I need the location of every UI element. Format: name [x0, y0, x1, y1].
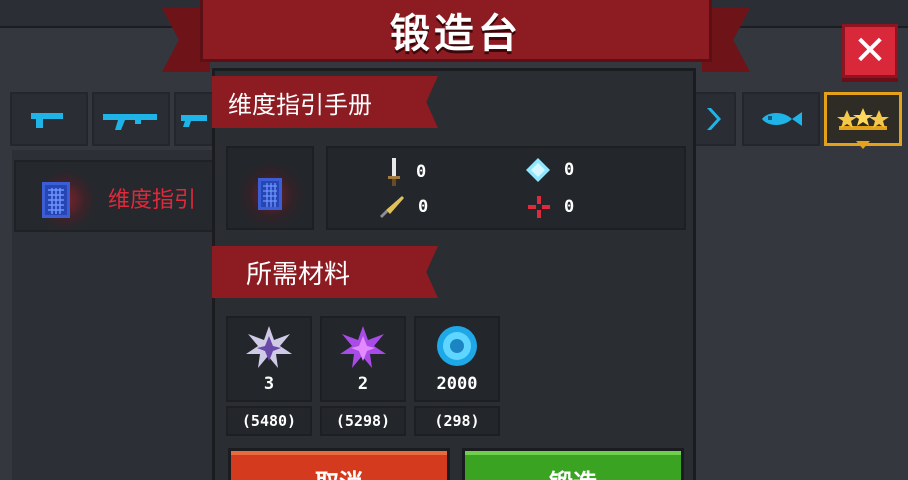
book-icon [42, 182, 70, 218]
bow-icon [707, 108, 721, 130]
material-item[interactable]: 3 (5480) [226, 316, 312, 438]
tab-special[interactable] [824, 92, 902, 146]
list-item-name: 维度指引 [108, 188, 197, 213]
material-item[interactable]: 2 (5298) [320, 316, 406, 438]
tab-fish[interactable] [742, 92, 820, 146]
forge-screen: 维度指引 锻造台 ✕ 维度指引手册 0 0 0 0 所需材料 3 (5480) … [0, 0, 908, 480]
stat-accuracy: 0 [528, 196, 574, 218]
material-owned: (5298) [320, 406, 406, 436]
book-icon [258, 178, 282, 210]
item-title-ribbon: 维度指引手册 [212, 76, 412, 128]
cancel-button[interactable]: 取消 [228, 448, 450, 480]
item-title: 维度指引手册 [228, 90, 372, 119]
material-owned: (298) [414, 406, 500, 436]
tab-bow[interactable] [696, 92, 736, 146]
purple-crystal-shard-icon [340, 326, 386, 368]
tab-rifle[interactable] [92, 92, 170, 146]
shotgun-icon [181, 115, 207, 127]
stat-attack: 0 [386, 158, 426, 186]
rifle-icon [103, 114, 157, 130]
fish-icon [762, 112, 802, 126]
close-icon: ✕ [853, 28, 887, 74]
cancel-button-label: 取消 [315, 463, 363, 480]
active-tab-caret-icon [856, 141, 870, 149]
material-required: 2000 [436, 374, 478, 394]
close-button[interactable]: ✕ [842, 24, 898, 78]
title-banner: 锻造台 [200, 0, 712, 62]
tab-pistol[interactable] [10, 92, 88, 146]
crown-stars-icon [837, 108, 889, 130]
list-item-selected[interactable]: 维度指引 [14, 160, 224, 232]
materials-title: 所需材料 [246, 259, 351, 290]
item-stats: 0 0 0 0 [326, 146, 686, 230]
stat-crit: 0 [526, 158, 574, 182]
tab-shotgun[interactable] [174, 92, 214, 146]
material-required: 3 [263, 374, 275, 394]
blue-gem-coin-icon [437, 326, 477, 366]
pistol-icon [31, 113, 63, 128]
window-title: 锻造台 [390, 10, 522, 57]
sword-icon [388, 158, 400, 186]
forge-button-label: 锻造 [549, 463, 597, 480]
crosshair-icon [528, 196, 550, 218]
materials-title-ribbon: 所需材料 [212, 246, 412, 298]
material-required: 2 [357, 374, 369, 394]
material-item[interactable]: 2000 (298) [414, 316, 500, 438]
knife-icon [380, 196, 404, 218]
white-crystal-shard-icon [246, 326, 292, 368]
diamond-icon [526, 158, 550, 182]
material-owned: (5480) [226, 406, 312, 436]
item-preview [226, 146, 314, 230]
stat-speed: 0 [378, 196, 428, 218]
forge-button[interactable]: 锻造 [462, 448, 684, 480]
